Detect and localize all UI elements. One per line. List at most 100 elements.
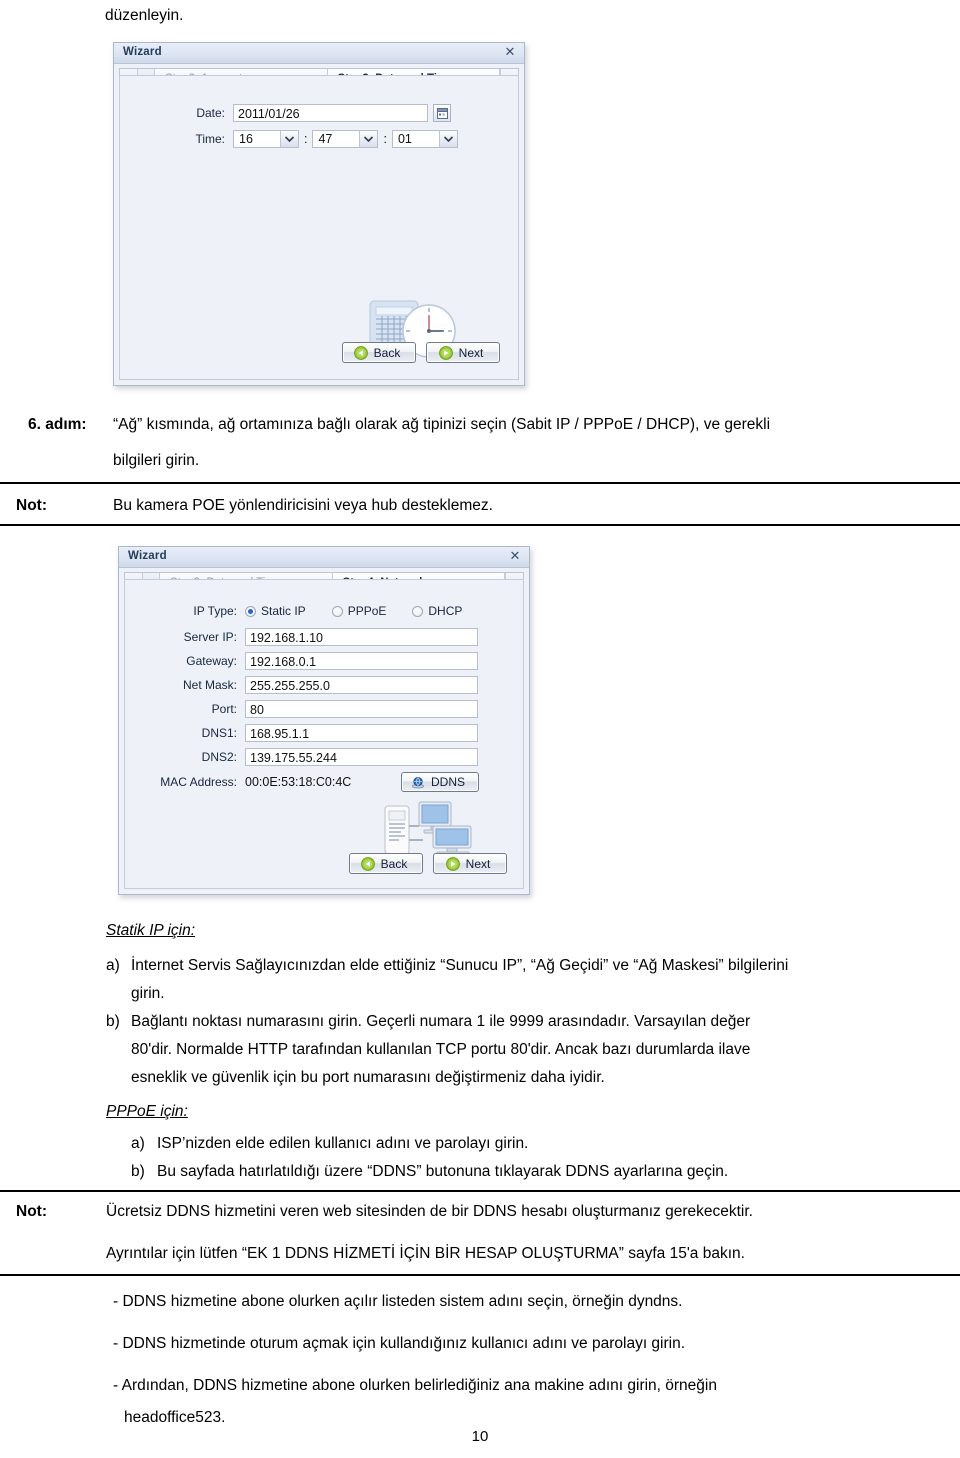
minute-dropdown[interactable]: 47 (312, 130, 379, 148)
step6-line2: bilgileri girin. (113, 452, 200, 469)
chevron-down-icon[interactable] (359, 131, 378, 147)
note2-label: Not: (16, 1203, 47, 1220)
net-mask-row: Net Mask: 255.255.255.0 (125, 676, 478, 694)
wizard-datetime-body: Date: 2011/01/26 Time: 16 : 47: 01 Back… (119, 75, 519, 380)
chevron-down-icon[interactable] (438, 131, 457, 147)
date-input[interactable]: 2011/01/26 (233, 104, 428, 122)
top-continuation-text: düzenleyin. (105, 7, 184, 24)
globe-icon (411, 776, 425, 789)
back-button-label: Back (380, 856, 408, 871)
net-mask-input[interactable]: 255.255.255.0 (245, 676, 478, 694)
note1-text: Bu kamera POE yönlendiricisini veya hub … (113, 497, 493, 514)
radio-pppoe-indicator (331, 605, 343, 617)
time-separator-2: : (383, 132, 387, 146)
note2-rule-bottom (0, 1274, 960, 1276)
chevron-down-icon[interactable] (280, 131, 298, 147)
radio-static-ip-label: Static IP (261, 604, 306, 618)
ddns-bullet-2: - DDNS hizmetinde oturum açmak için kull… (113, 1335, 686, 1352)
time-label: Time: (195, 132, 225, 146)
back-button[interactable]: Back (342, 342, 416, 363)
ddns-bullet-3-line1: - Ardından, DDNS hizmetine abone olurken… (113, 1377, 717, 1394)
green-arrow-right-icon (445, 856, 460, 871)
static-ip-heading: Statik IP için: (106, 922, 196, 939)
time-separator-1: : (304, 132, 308, 146)
wizard-network-dialog: Wizard ✕ ◀ Step3. Date and Time Step4. N… (118, 546, 530, 895)
hour-dropdown[interactable]: 16 (233, 130, 299, 148)
second-value: 01 (397, 132, 412, 146)
ip-type-row: IP Type: Static IP PPPoE DHCP (125, 604, 462, 618)
static-ip-item-b-marker: b) (106, 1013, 120, 1030)
step6-line1: “Ağ” kısmında, ağ ortamınıza bağlı olara… (113, 416, 771, 433)
wizard-datetime-button-bar: Back Next (342, 342, 500, 363)
static-ip-item-b-line3: esneklik ve güvenlik için bu port numara… (131, 1069, 605, 1086)
next-button-label: Next (465, 856, 491, 871)
mac-address-value: 00:0E:53:18:C0:4C (245, 775, 352, 789)
radio-pppoe-label: PPPoE (347, 604, 387, 618)
wizard-datetime-title: Wizard (123, 46, 162, 58)
next-button[interactable]: Next (426, 342, 500, 363)
green-arrow-right-icon (438, 345, 453, 360)
note2-rule-top (0, 1190, 960, 1192)
dns1-input[interactable]: 168.95.1.1 (245, 724, 478, 742)
pppoe-item-b-marker: b) (131, 1163, 145, 1180)
pppoe-item-a-marker: a) (131, 1135, 145, 1152)
calendar-icon[interactable] (433, 104, 451, 122)
pppoe-item-a-text: ISP’nizden elde edilen kullanıcı adını v… (157, 1135, 529, 1152)
wizard-network-titlebar: Wizard ✕ (119, 547, 529, 568)
note1-label: Not: (16, 497, 47, 514)
static-ip-item-b-line1: Bağlantı noktası numarasını girin. Geçer… (131, 1013, 751, 1030)
radio-dhcp-label: DHCP (428, 604, 463, 618)
ddns-button[interactable]: DDNS (401, 772, 479, 792)
hour-value: 16 (239, 132, 253, 146)
date-label: Date: (196, 106, 225, 120)
radio-static-ip[interactable]: Static IP (245, 604, 306, 618)
static-ip-item-a-marker: a) (106, 957, 120, 974)
port-input[interactable]: 80 (245, 700, 478, 718)
pppoe-heading: PPPoE için: (106, 1103, 188, 1120)
wizard-network-button-bar: Back Next (349, 853, 507, 874)
next-button[interactable]: Next (433, 853, 507, 874)
gateway-label: Gateway: (186, 654, 237, 668)
dns1-row: DNS1: 168.95.1.1 (125, 724, 478, 742)
radio-pppoe[interactable]: PPPoE (331, 604, 387, 618)
minute-value: 47 (318, 132, 333, 146)
server-ip-label: Server IP: (183, 630, 237, 644)
green-arrow-left-icon (360, 856, 375, 871)
close-icon[interactable]: ✕ (503, 45, 517, 59)
second-dropdown[interactable]: 01 (391, 130, 458, 148)
note1-rule-bottom (0, 524, 960, 526)
ddns-bullet-1: - DDNS hizmetine abone olurken açılır li… (113, 1293, 683, 1310)
mac-address-label: MAC Address: (160, 775, 237, 789)
pppoe-item-b-text: Bu sayfada hatırlatıldığı üzere “DDNS” b… (157, 1163, 729, 1180)
next-button-label: Next (458, 345, 484, 360)
dns2-row: DNS2: 139.175.55.244 (125, 748, 478, 766)
close-icon[interactable]: ✕ (508, 549, 522, 563)
static-ip-item-a-line2: girin. (131, 985, 165, 1002)
note1-rule-top (0, 482, 960, 484)
static-ip-item-b-line2: 80'dir. Normalde HTTP tarafından kullanı… (131, 1041, 751, 1058)
radio-static-ip-indicator (245, 605, 256, 617)
back-button-label: Back (373, 345, 401, 360)
ddns-button-label: DDNS (430, 775, 465, 789)
date-row: Date: 2011/01/26 (120, 104, 460, 122)
dns2-input[interactable]: 139.175.55.244 (245, 748, 478, 766)
gateway-row: Gateway: 192.168.0.1 (125, 652, 478, 670)
page-number: 10 (471, 1428, 489, 1445)
port-row: Port: 80 (125, 700, 478, 718)
wizard-datetime-titlebar: Wizard ✕ (114, 43, 524, 64)
green-arrow-left-icon (353, 345, 368, 360)
server-ip-input[interactable]: 192.168.1.10 (245, 628, 478, 646)
note2-line2: Ayrıntılar için lütfen “EK 1 DDNS HİZMET… (106, 1245, 745, 1262)
back-button[interactable]: Back (349, 853, 423, 874)
radio-dhcp-indicator (412, 605, 424, 617)
radio-dhcp[interactable]: DHCP (412, 604, 462, 618)
note2-line1: Ücretsiz DDNS hizmetini veren web sitesi… (106, 1203, 753, 1220)
gateway-input[interactable]: 192.168.0.1 (245, 652, 478, 670)
step6-label: 6. adım: (28, 416, 87, 433)
dns1-label: DNS1: (201, 726, 237, 740)
port-label: Port: (211, 702, 237, 716)
mac-address-row: MAC Address: 00:0E:53:18:C0:4C DDNS (125, 772, 479, 792)
wizard-datetime-dialog: Wizard ✕ ◀ Step2. Account Step3. Date an… (113, 42, 525, 386)
static-ip-item-a-line1: İnternet Servis Sağlayıcınızdan elde ett… (131, 957, 789, 974)
wizard-network-title: Wizard (128, 550, 167, 562)
